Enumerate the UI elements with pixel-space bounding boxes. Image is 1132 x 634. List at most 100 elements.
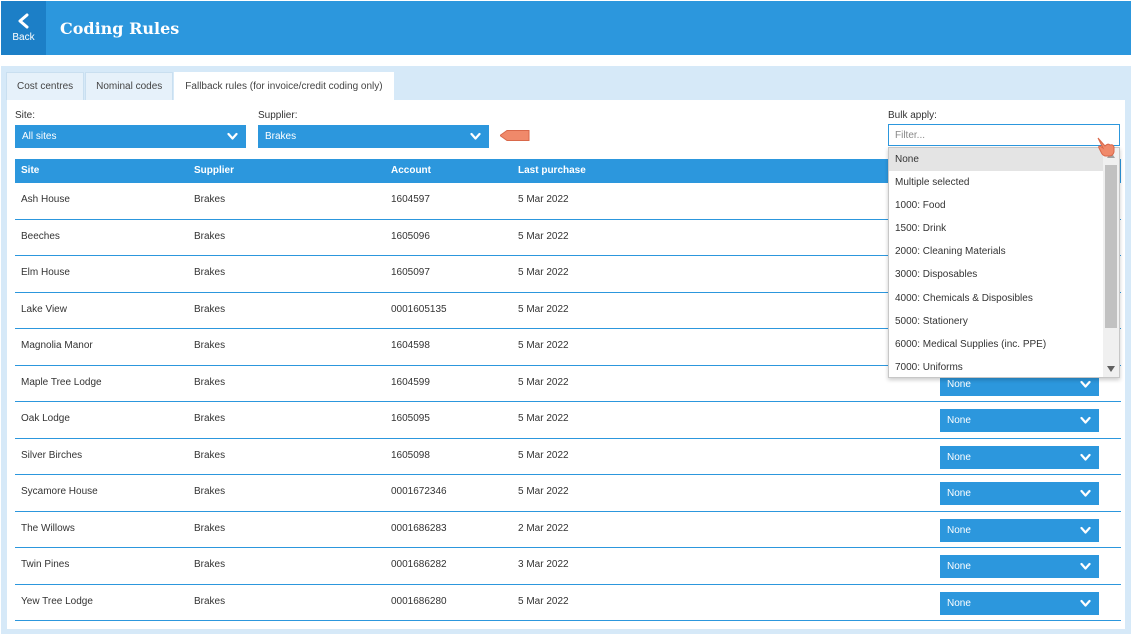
chevron-down-icon: [227, 132, 238, 140]
table-row: Silver Birches Brakes 1605098 5 Mar 2022 Non…: [15, 439, 1121, 475]
tab-cost-centres[interactable]: Cost centres: [6, 72, 85, 100]
cell-supplier: Brakes: [194, 340, 226, 351]
tab-bar: Cost centres Nominal codes Fallback rule…: [6, 72, 395, 100]
chevron-left-icon: [18, 13, 29, 29]
cell-site: Lake View: [21, 303, 67, 315]
hand-cursor-icon: [1097, 137, 1115, 157]
dropdown-option[interactable]: 5000: Stationery: [889, 310, 1119, 333]
supplier-select[interactable]: Brakes: [258, 125, 489, 148]
scroll-down-icon[interactable]: [1107, 366, 1115, 372]
chevron-down-icon: [1080, 489, 1091, 497]
cell-site: The Willows: [21, 522, 75, 534]
nominal-code-select[interactable]: None: [940, 409, 1099, 432]
dropdown-list: None Multiple selected 1000: Food 1500: Dri…: [889, 148, 1119, 377]
nominal-code-value: None: [947, 415, 971, 426]
chevron-down-icon: [1080, 416, 1091, 424]
dropdown-scrollbar[interactable]: [1103, 148, 1119, 377]
cell-site: Magnolia Manor: [21, 340, 93, 351]
cell-account: 0001672346: [391, 486, 447, 497]
column-header-site[interactable]: Site: [21, 159, 39, 183]
nominal-code-value: None: [947, 451, 971, 463]
dropdown-option[interactable]: 3000: Disposables: [889, 263, 1119, 286]
tab-nominal-codes[interactable]: Nominal codes: [85, 72, 174, 100]
back-label: Back: [12, 32, 35, 43]
nominal-code-select[interactable]: None: [940, 482, 1099, 505]
dropdown-option[interactable]: Multiple selected: [889, 171, 1119, 194]
nominal-code-value: None: [947, 488, 971, 499]
cell-last-purchase: 5 Mar 2022: [518, 230, 569, 242]
cell-supplier: Brakes: [194, 194, 226, 205]
cell-site: Ash House: [21, 194, 70, 205]
supplier-select-value: Brakes: [265, 131, 297, 142]
chevron-down-icon: [1080, 380, 1091, 388]
nominal-code-select[interactable]: None: [940, 591, 1099, 615]
cell-account: 0001605135: [391, 303, 447, 315]
nominal-code-value: None: [947, 378, 971, 390]
cell-site: Yew Tree Lodge: [21, 595, 93, 607]
app-header: Back Coding Rules: [1, 1, 1131, 55]
cell-account: 1604598: [391, 340, 430, 351]
table-row: Oak Lodge Brakes 1605095 5 Mar 2022 None: [15, 402, 1121, 439]
cell-supplier: Brakes: [194, 303, 226, 315]
nominal-code-select[interactable]: None: [940, 518, 1099, 542]
cell-last-purchase: 5 Mar 2022: [518, 194, 569, 205]
dropdown-option[interactable]: 1000: Food: [889, 194, 1119, 217]
cell-last-purchase: 5 Mar 2022: [518, 267, 569, 278]
chevron-down-icon: [1080, 526, 1091, 534]
cell-supplier: Brakes: [194, 230, 226, 242]
cell-supplier: Brakes: [194, 486, 226, 497]
cell-supplier: Brakes: [194, 413, 226, 424]
nominal-code-value: None: [947, 597, 971, 609]
cell-supplier: Brakes: [194, 595, 226, 607]
cell-site: Elm House: [21, 267, 70, 278]
table-row: Sycamore House Brakes 0001672346 5 Mar 2022…: [15, 475, 1121, 512]
table-row: The Willows Brakes 0001686283 2 Mar 2022 Non…: [15, 512, 1121, 548]
column-header-last-purchase[interactable]: Last purchase: [518, 159, 586, 183]
cell-site: Oak Lodge: [21, 413, 70, 424]
cell-last-purchase: 5 Mar 2022: [518, 303, 569, 315]
arrow-pointer-icon: [500, 130, 530, 141]
cell-last-purchase: 5 Mar 2022: [518, 340, 569, 351]
chevron-down-icon: [1080, 562, 1091, 570]
chevron-down-icon: [1080, 453, 1091, 461]
cell-last-purchase: 5 Mar 2022: [518, 376, 569, 388]
dropdown-option[interactable]: 4000: Chemicals & Disposibles: [889, 287, 1119, 310]
dropdown-option[interactable]: 2000: Cleaning Materials: [889, 240, 1119, 263]
cell-account: 1604597: [391, 194, 430, 205]
scroll-thumb[interactable]: [1105, 165, 1117, 328]
cell-account: 1605095: [391, 413, 430, 424]
back-button[interactable]: Back: [1, 1, 46, 55]
cell-account: 1605097: [391, 267, 430, 278]
cell-last-purchase: 3 Mar 2022: [518, 559, 569, 570]
column-header-supplier[interactable]: Supplier: [194, 159, 234, 183]
column-header-account[interactable]: Account: [391, 159, 431, 183]
cell-account: 0001686282: [391, 559, 447, 570]
cell-site: Twin Pines: [21, 559, 70, 570]
cell-supplier: Brakes: [194, 376, 226, 388]
site-select-value: All sites: [22, 131, 57, 142]
dropdown-option[interactable]: 6000: Medical Supplies (inc. PPE): [889, 333, 1119, 356]
bulk-apply-filter-input[interactable]: [888, 124, 1120, 146]
dropdown-option[interactable]: 7000: Uniforms: [889, 356, 1119, 377]
tab-fallback-rules[interactable]: Fallback rules (for invoice/credit codin…: [174, 72, 394, 100]
cell-site: Silver Birches: [21, 449, 83, 461]
cell-site: Beeches: [21, 230, 60, 242]
cell-last-purchase: 2 Mar 2022: [518, 522, 569, 534]
site-select[interactable]: All sites: [15, 125, 246, 148]
page-title: Coding Rules: [60, 19, 180, 38]
cell-site: Sycamore House: [21, 486, 98, 497]
cell-site: Maple Tree Lodge: [21, 376, 102, 388]
bulk-apply-label: Bulk apply:: [888, 110, 937, 121]
cell-account: 0001686280: [391, 595, 447, 607]
nominal-code-select[interactable]: None: [940, 555, 1099, 578]
nominal-code-value: None: [947, 561, 971, 572]
cell-supplier: Brakes: [194, 267, 226, 278]
cell-account: 1604599: [391, 376, 430, 388]
dropdown-option[interactable]: 1500: Drink: [889, 217, 1119, 240]
cell-supplier: Brakes: [194, 522, 226, 534]
nominal-code-select[interactable]: None: [940, 445, 1099, 469]
dropdown-option[interactable]: None: [889, 148, 1119, 172]
cell-last-purchase: 5 Mar 2022: [518, 449, 569, 461]
nominal-code-value: None: [947, 524, 971, 536]
cell-last-purchase: 5 Mar 2022: [518, 595, 569, 607]
